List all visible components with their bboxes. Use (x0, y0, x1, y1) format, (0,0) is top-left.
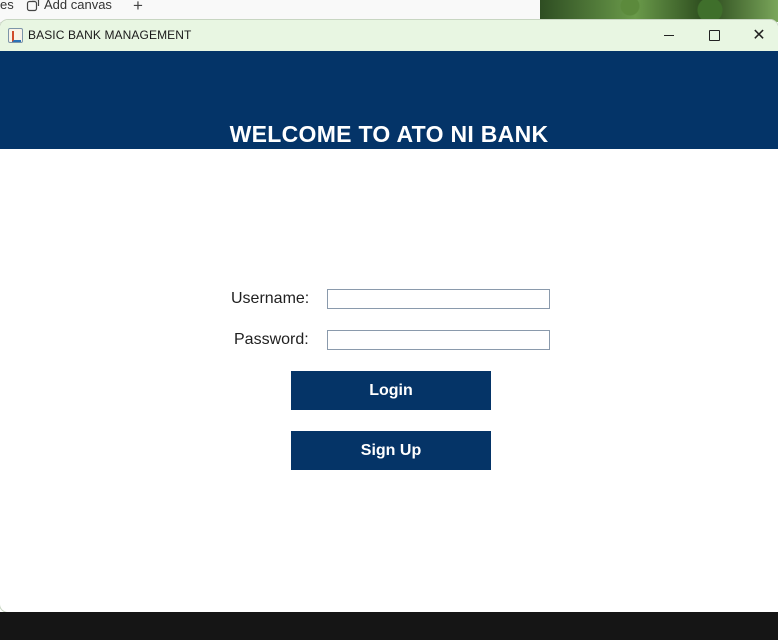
canvas-icon (26, 0, 40, 11)
add-canvas-label: Add canvas (44, 0, 112, 12)
close-icon: ✕ (752, 26, 766, 44)
welcome-title: WELCOME TO ATO NI BANK (229, 121, 549, 147)
new-tab-plus-icon[interactable]: + (133, 0, 143, 16)
header-banner: WELCOME TO ATO NI BANK (0, 51, 778, 149)
maximize-icon (708, 30, 720, 41)
java-app-icon (8, 28, 23, 43)
app-window: BASIC BANK MANAGEMENT ✕ WELCOME TO ATO N… (0, 20, 778, 612)
host-background-photo (540, 0, 778, 22)
password-input[interactable] (327, 330, 550, 350)
username-input[interactable] (327, 289, 550, 309)
close-button[interactable]: ✕ (736, 20, 778, 51)
username-label: Username: (231, 290, 310, 307)
maximize-button[interactable] (691, 20, 737, 51)
host-tab-fragment[interactable]: es (0, 0, 14, 12)
minimize-icon (664, 35, 674, 36)
minimize-button[interactable] (646, 20, 692, 51)
window-title: BASIC BANK MANAGEMENT (28, 28, 192, 42)
add-canvas-tab[interactable]: Add canvas (26, 0, 112, 12)
sign-up-button[interactable]: Sign Up (291, 431, 491, 470)
window-titlebar[interactable]: BASIC BANK MANAGEMENT ✕ (0, 20, 778, 51)
host-taskbar (0, 612, 778, 640)
login-button[interactable]: Login (291, 371, 491, 410)
password-label: Password: (234, 331, 309, 348)
